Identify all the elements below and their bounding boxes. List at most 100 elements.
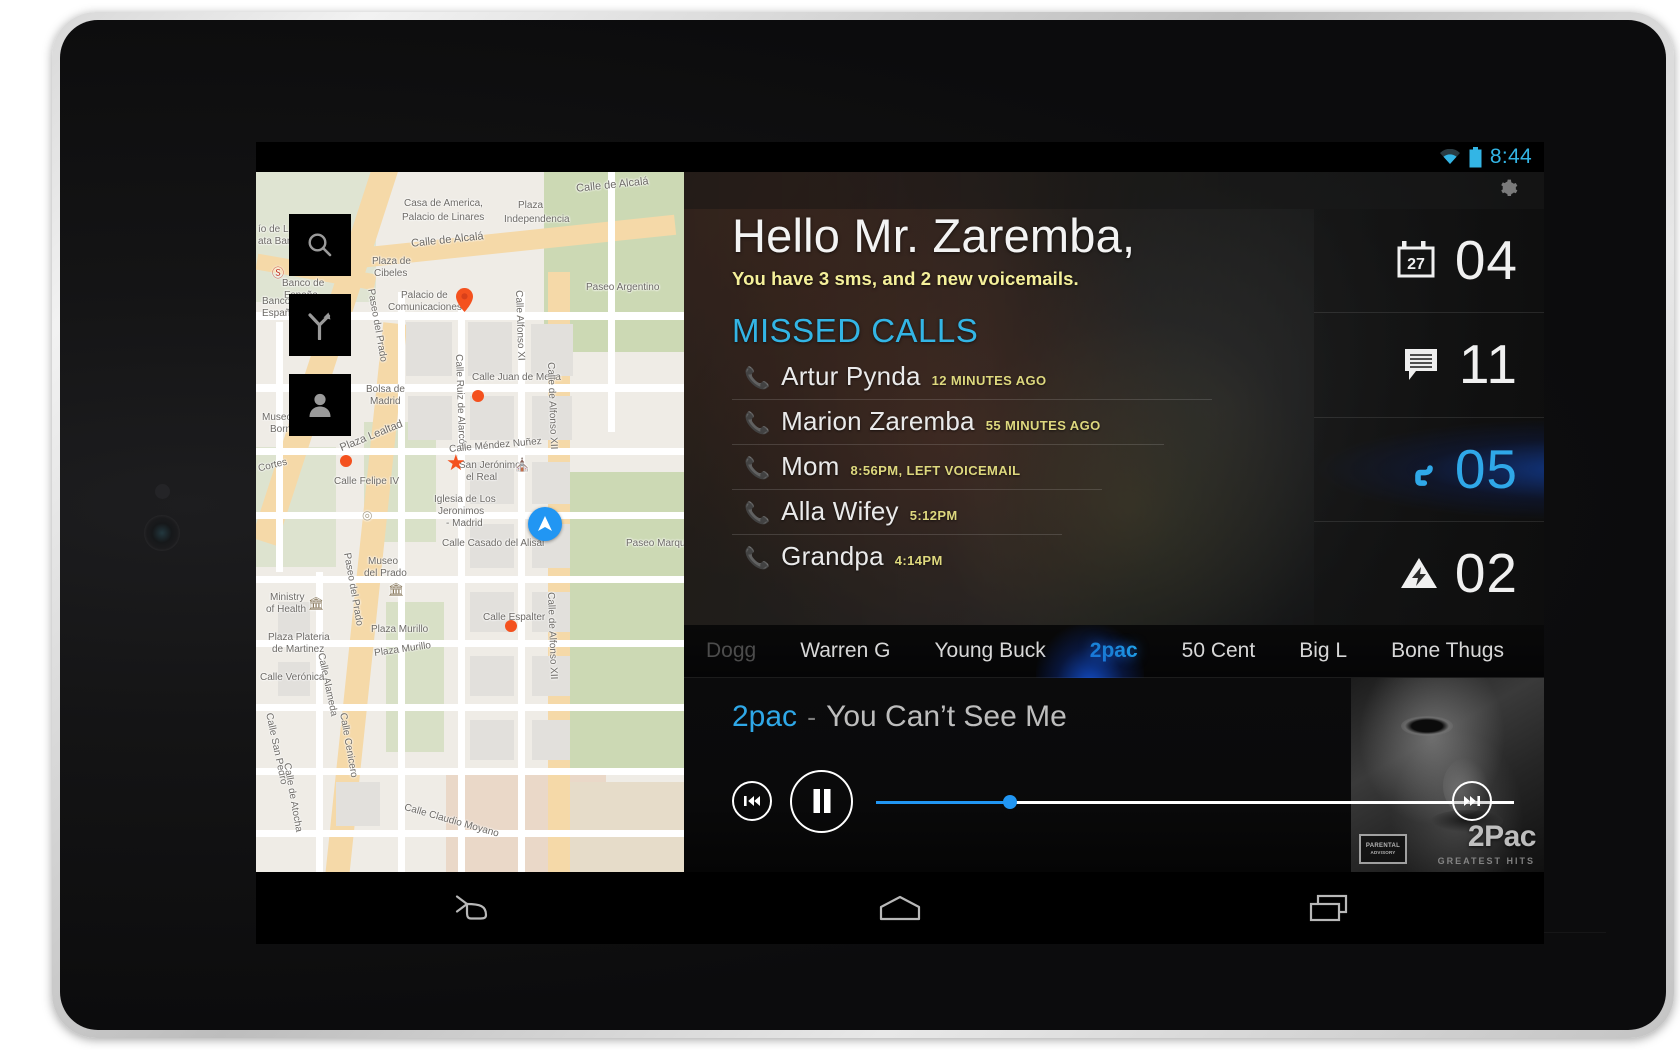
album-subtitle: GREATEST HITS	[1437, 856, 1535, 866]
transport-controls	[724, 766, 1544, 836]
phone-icon: 📞	[744, 547, 771, 570]
advisory-bottom: ADVISORY	[1370, 849, 1396, 855]
map-pin[interactable]	[456, 288, 473, 312]
missed-calls-title: MISSED CALLS	[732, 312, 979, 349]
stat-value-messages: 11	[1458, 333, 1518, 396]
tablet-body: 8:44 Casa de America, Palacio de Linares…	[60, 20, 1666, 1030]
map-person-button[interactable]	[289, 374, 351, 436]
back-icon	[455, 895, 487, 920]
poi-icon: ◎	[362, 508, 373, 522]
map-label: Plaza Murillo	[371, 624, 429, 635]
map-dot[interactable]	[472, 390, 484, 402]
stat-row-alerts[interactable]: 02	[1314, 520, 1544, 625]
artist-tab[interactable]: Big L	[1277, 639, 1369, 663]
map-label: Ministry	[270, 592, 305, 603]
message-icon	[1403, 347, 1443, 383]
battery-icon	[1469, 146, 1482, 168]
status-time: 8:44	[1489, 145, 1532, 168]
map-label: Plaza	[518, 200, 544, 211]
artist-tab[interactable]: Warren G	[778, 639, 912, 663]
play-pause-button[interactable]	[790, 769, 853, 833]
missed-call-name: Marion Zaremba	[781, 406, 975, 436]
church-poi-icon: ⛪	[514, 457, 531, 472]
map-label: Palacio de	[401, 290, 448, 301]
map-canvas[interactable]: Casa de America, Palacio de Linares Plaz…	[256, 172, 684, 872]
screen-content: Casa de America, Palacio de Linares Plaz…	[256, 172, 1544, 872]
tablet-screen: 8:44 Casa de America, Palacio de Linares…	[256, 142, 1544, 872]
map-label: Independencia	[504, 214, 570, 225]
warning-icon	[1399, 555, 1439, 591]
back-button[interactable]	[411, 883, 531, 933]
recents-icon	[1310, 894, 1348, 922]
map-label: Jeronimos	[438, 506, 485, 517]
missed-call-time: 5:12PM	[909, 508, 958, 523]
pause-icon	[813, 789, 830, 813]
missed-call-time: 4:14PM	[894, 553, 943, 568]
directions-icon	[308, 312, 331, 340]
map-search-button[interactable]	[289, 214, 351, 276]
stat-row-messages[interactable]: 11	[1314, 312, 1544, 416]
phone-icon: 📞	[744, 502, 771, 525]
map-label: Madrid	[370, 396, 401, 407]
map-label: Calle Verónica	[260, 672, 325, 683]
progress-knob[interactable]	[1002, 795, 1017, 809]
map-label: Comunicaciones	[388, 302, 462, 313]
missed-call-row[interactable]: 📞 Grandpa 4:14PM	[732, 535, 1062, 579]
artist-tab[interactable]: Dogg	[684, 639, 778, 663]
missed-call-row[interactable]: 📞 Alla Wifey 5:12PM	[732, 490, 1062, 535]
progress-slider[interactable]	[876, 795, 1514, 809]
map-star-marker[interactable]: ★	[446, 452, 466, 474]
map-dot[interactable]	[505, 620, 517, 632]
missed-call-time: 8:56PM, LEFT VOICEMAIL	[850, 463, 1021, 478]
map-label: Calle Casado del Alisal	[442, 538, 545, 549]
recents-button[interactable]	[1269, 883, 1389, 933]
skip-next-icon	[1464, 796, 1480, 806]
map-label: Banco de	[282, 278, 325, 289]
missed-call-name: Grandpa	[781, 541, 884, 571]
ambient-sensor	[155, 484, 170, 499]
stat-value-calendar: 04	[1454, 229, 1518, 292]
missed-call-time: 12 MINUTES AGO	[931, 373, 1047, 388]
stat-row-calendar[interactable]: 27 04	[1314, 209, 1544, 312]
greeting-hero: Hello Mr. Zaremba, You have 3 sms, and 2…	[684, 172, 1544, 625]
android-navigation-bar	[256, 872, 1544, 944]
missed-call-time: 55 MINUTES AGO	[985, 418, 1101, 433]
map-label: Bolsa de	[366, 384, 405, 395]
calendar-day: 27	[1407, 256, 1425, 273]
metro-icon: Ⓢ	[272, 266, 285, 280]
gear-icon[interactable]	[1499, 179, 1518, 203]
dashboard-panel: Hello Mr. Zaremba, You have 3 sms, and 2…	[684, 172, 1544, 872]
wifi-icon	[1439, 149, 1461, 165]
map-label: Calle Felipe IV	[334, 476, 400, 487]
map-directions-button[interactable]	[289, 294, 351, 356]
missed-call-row[interactable]: 📞 Artur Pynda 12 MINUTES AGO	[732, 355, 1212, 400]
artist-tab-active[interactable]: 2pac	[1068, 639, 1160, 663]
map-label: Iglesia de Los	[434, 494, 496, 505]
dashboard-topbar	[684, 172, 1544, 209]
artist-tab[interactable]: 50 Cent	[1160, 639, 1278, 663]
map-dot[interactable]	[340, 455, 352, 467]
now-playing-separator: -	[807, 702, 817, 732]
phone-icon: 📞	[744, 412, 771, 435]
now-playing: 2pac - You Can’t See Me	[732, 700, 1067, 734]
home-button[interactable]	[840, 883, 960, 933]
map-label: del Prado	[364, 568, 407, 579]
greeting-subtitle: You have 3 sms, and 2 new voicemails.	[732, 268, 1079, 289]
phone-icon: 📞	[744, 367, 771, 390]
greeting-block: Hello Mr. Zaremba, You have 3 sms, and 2…	[732, 212, 1292, 290]
map-label: of Health	[266, 604, 307, 615]
artist-tab[interactable]: Bone Thugs	[1369, 639, 1526, 663]
map-label: Museo	[368, 556, 399, 567]
missed-call-row[interactable]: 📞 Mom 8:56PM, LEFT VOICEMAIL	[732, 445, 1102, 490]
map-label: San Jerónimo	[459, 460, 521, 471]
previous-track-button[interactable]	[732, 781, 772, 821]
map-panel[interactable]: Casa de America, Palacio de Linares Plaz…	[256, 172, 684, 872]
next-track-button[interactable]	[1452, 781, 1492, 821]
map-label: ío de L	[258, 224, 289, 235]
person-icon	[309, 393, 331, 417]
missed-call-row[interactable]: 📞 Marion Zaremba 55 MINUTES AGO	[732, 400, 1164, 445]
museum-poi-icon: 🏛	[388, 582, 405, 597]
current-location-marker[interactable]	[528, 507, 562, 541]
artist-tab[interactable]: Young Buck	[912, 639, 1067, 663]
stat-row-calls[interactable]: 05	[1314, 416, 1544, 521]
